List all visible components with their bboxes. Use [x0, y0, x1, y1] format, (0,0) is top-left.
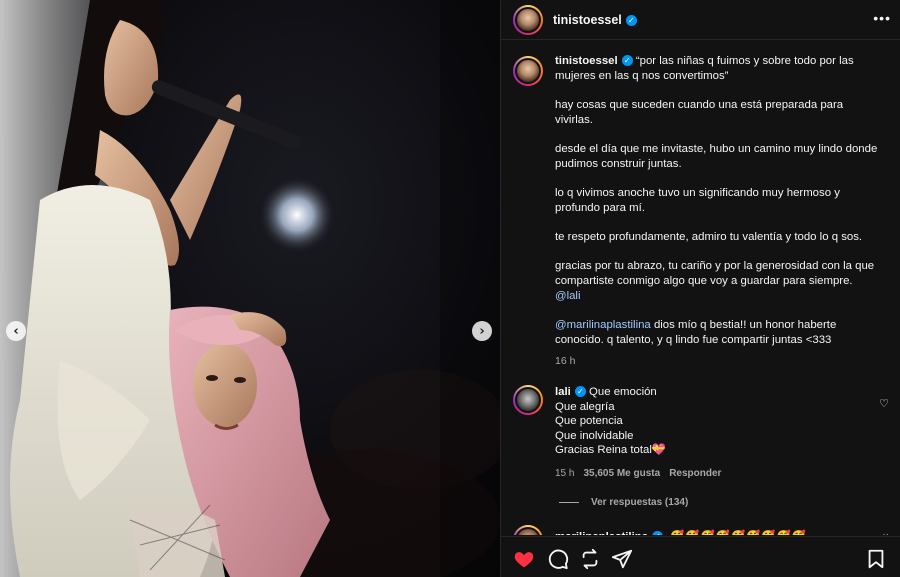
caption-paragraph: desde el día que me invitaste, hubo un c… — [555, 143, 878, 170]
post-header: tinistoessel ✓ ••• — [501, 0, 900, 40]
verified-badge-icon: ✓ — [621, 55, 633, 67]
commenter-username[interactable]: marilinaplastilina — [555, 531, 648, 535]
comment-line: Que potencia — [555, 415, 623, 428]
comment-more-icon[interactable]: ·· — [882, 529, 889, 535]
bookmark-icon[interactable] — [865, 548, 887, 570]
commenter-avatar[interactable] — [513, 525, 543, 535]
author-avatar[interactable] — [513, 4, 543, 35]
view-replies-button[interactable]: Ver respuestas (134) — [559, 497, 688, 508]
commenter-avatar[interactable] — [513, 385, 543, 415]
comment-body: marilinaplastilina ✓ 🥰🥰🥰🥰🥰🥰🥰🥰🥰 — [555, 529, 807, 535]
verified-badge-icon: ✓ — [625, 14, 637, 26]
author-username[interactable]: tinistoessel ✓ — [553, 13, 637, 27]
comment-emojis: 🥰🥰🥰🥰🥰🥰🥰🥰🥰 — [670, 531, 807, 535]
verified-badge-icon: ✓ — [652, 531, 664, 535]
caption-paragraph: gracias por tu abrazo, tu cariño y por l… — [555, 260, 875, 287]
comment-line: Que alegría — [555, 400, 615, 413]
comment-like-heart-icon[interactable]: ♡ — [879, 397, 889, 410]
caption-author-avatar[interactable] — [513, 56, 543, 86]
verified-badge-icon: ✓ — [574, 386, 586, 398]
mention-link[interactable]: @marilinaplastilina — [555, 319, 651, 331]
carousel-next-button[interactable]: › — [472, 321, 492, 341]
carousel-prev-button[interactable]: ‹ — [6, 321, 26, 341]
post-side-panel: tinistoessel ✓ ••• tinistoessel ✓ “por las… — [500, 0, 900, 577]
caption-timestamp[interactable]: 16 h — [555, 354, 880, 369]
heart-icon[interactable] — [513, 548, 535, 570]
comment-likes[interactable]: 35,605 Me gusta — [583, 467, 660, 482]
instagram-post: ‹ › tinistoessel ✓ ••• tinistoessel ✓ “por… — [0, 0, 900, 577]
comment-item: lali ✓ Que emoción Que alegría Que potenc… — [513, 385, 893, 482]
repost-icon[interactable] — [579, 548, 601, 570]
post-caption: tinistoessel ✓ “por las niñas q fuimos y … — [513, 54, 893, 369]
comment-line: Gracias Reina total💝 — [555, 444, 667, 457]
comment-line: Que inolvidable — [555, 429, 634, 442]
comment-icon[interactable] — [547, 548, 569, 570]
concert-photo-illustration — [0, 0, 500, 577]
comment-body: lali ✓ Que emoción Que alegría Que potenc… — [555, 385, 721, 482]
caption-paragraph: hay cosas que suceden cuando una está pr… — [555, 99, 844, 126]
mention-link[interactable]: @lali — [555, 290, 581, 302]
comment-meta: 15 h 35,605 Me gusta Responder — [555, 467, 721, 482]
caption-text: tinistoessel ✓ “por las niñas q fuimos y … — [555, 54, 880, 369]
comment-line: Que emoción — [589, 386, 657, 398]
action-bar — [501, 536, 900, 577]
share-icon[interactable] — [611, 548, 633, 570]
caption-username[interactable]: tinistoessel — [555, 55, 618, 67]
post-photo[interactable]: ‹ › — [0, 0, 500, 577]
chevron-left-icon: ‹ — [13, 323, 19, 339]
comments-section[interactable]: tinistoessel ✓ “por las niñas q fuimos y … — [501, 41, 900, 535]
reply-button[interactable]: Responder — [669, 467, 721, 482]
caption-paragraph: lo q vivimos anoche tuvo un significando… — [555, 187, 840, 214]
chevron-right-icon: › — [479, 323, 485, 339]
caption-paragraph: te respeto profundamente, admiro tu vale… — [555, 231, 863, 243]
replies-divider — [559, 502, 579, 503]
commenter-username[interactable]: lali — [555, 386, 571, 398]
view-replies-label: Ver respuestas (134) — [591, 497, 689, 508]
comment-item: marilinaplastilina ✓ 🥰🥰🥰🥰🥰🥰🥰🥰🥰 ·· — [513, 525, 893, 535]
more-options-button[interactable]: ••• — [873, 10, 891, 26]
comment-timestamp[interactable]: 15 h — [555, 467, 574, 482]
